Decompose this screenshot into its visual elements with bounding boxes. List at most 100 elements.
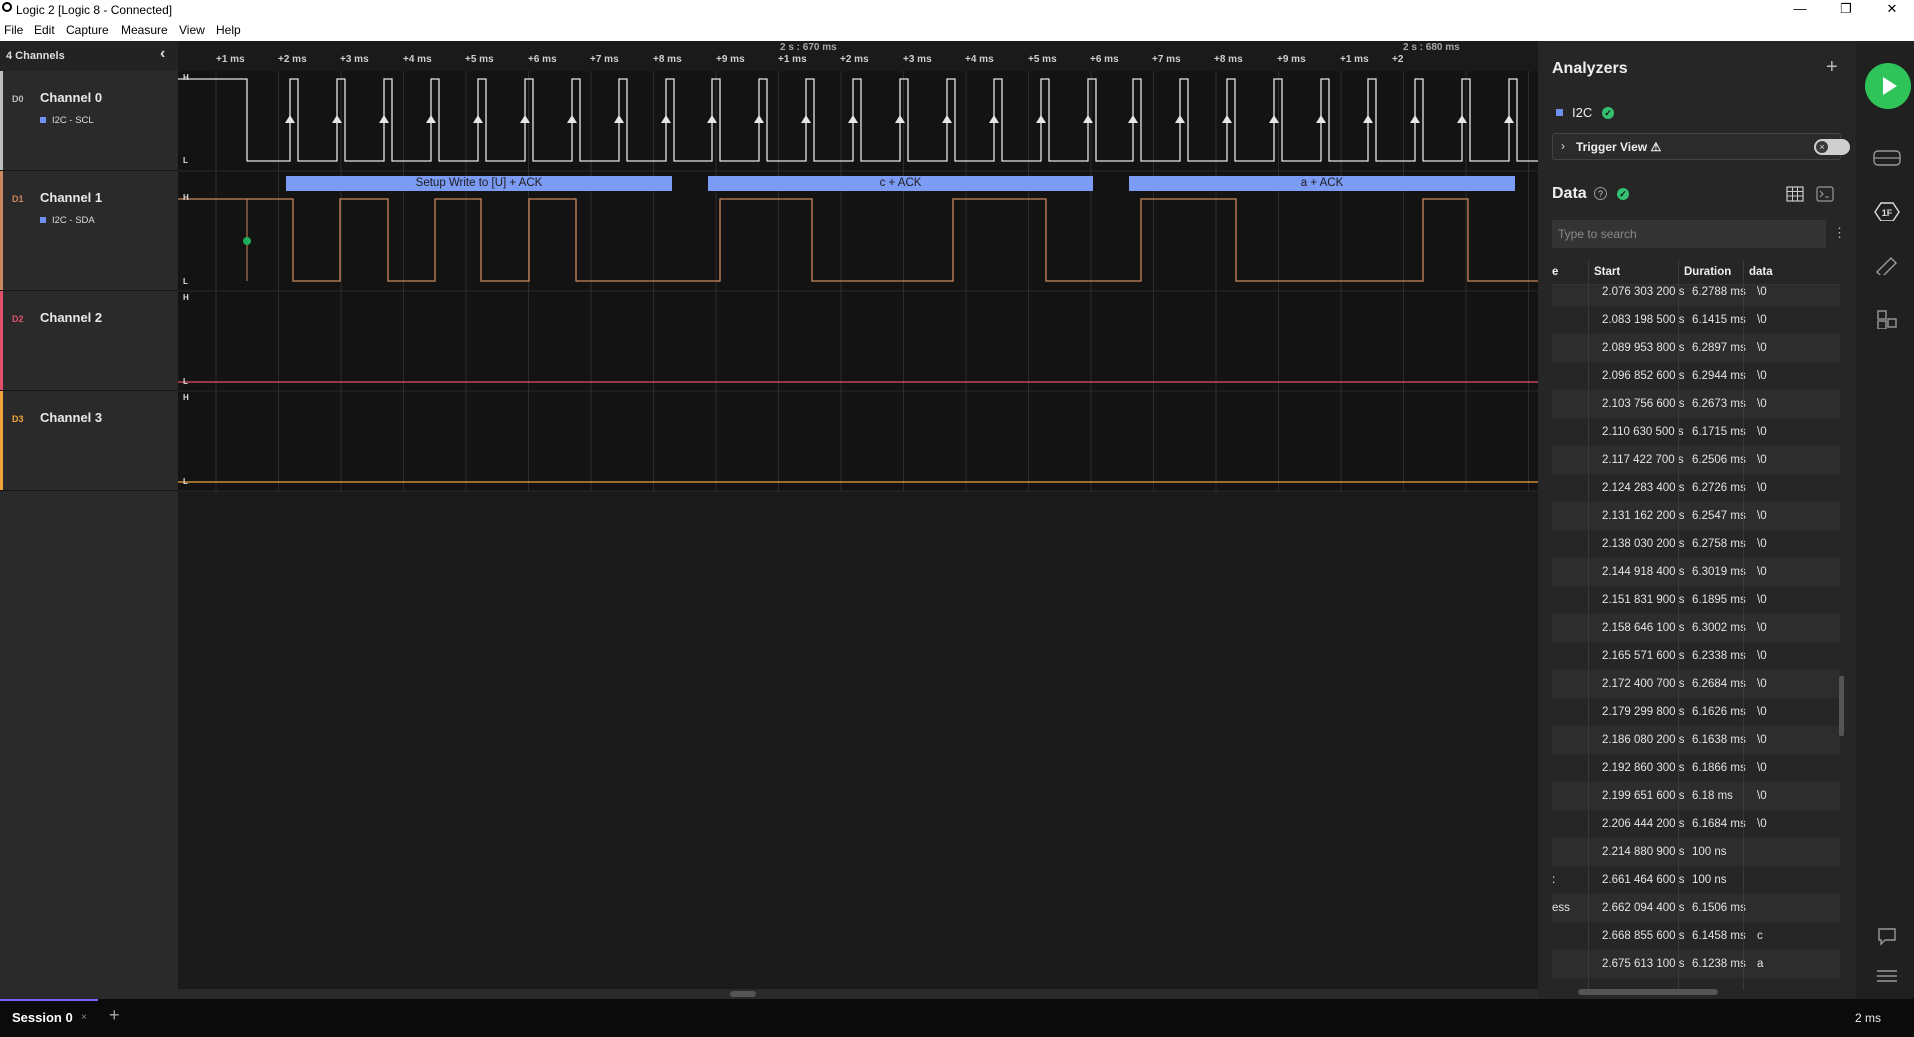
cell-duration: 100 ns [1692, 846, 1727, 858]
table-row[interactable]: 2.172 400 700 s 6.2684 ms \0 [1552, 670, 1840, 698]
table-row[interactable]: 2.186 080 200 s 6.1638 ms \0 [1552, 726, 1840, 754]
start-capture-button[interactable] [1865, 63, 1911, 109]
table-row[interactable]: 2.131 162 200 s 6.2547 ms \0 [1552, 502, 1840, 530]
channel-row-3[interactable]: D3 Channel 3 [0, 391, 178, 491]
channel-name[interactable]: Channel 1 [40, 190, 102, 205]
table-row[interactable]: 2.179 299 800 s 6.1626 ms \0 [1552, 698, 1840, 726]
timeline-tick-label: +3 ms [340, 54, 369, 65]
data-table[interactable]: 2.076 303 200 s 6.2788 ms \0 2.083 198 500 … [1552, 260, 1840, 990]
data-search-input[interactable] [1552, 220, 1826, 248]
cell-data: \0 [1757, 370, 1767, 382]
channel-name[interactable]: Channel 3 [40, 410, 102, 425]
menu-hamburger-icon[interactable] [1873, 966, 1901, 986]
table-row[interactable]: 2.214 880 900 s 100 ns [1552, 838, 1840, 866]
column-header-start[interactable]: Start [1594, 266, 1620, 278]
scrollbar-thumb[interactable] [730, 991, 756, 997]
analyzer-name[interactable]: I2C [1572, 105, 1592, 120]
restore-button[interactable]: ❐ [1824, 0, 1868, 20]
channel-name[interactable]: Channel 0 [40, 90, 102, 105]
table-row[interactable]: 2.117 422 700 s 6.2506 ms \0 [1552, 446, 1840, 474]
help-icon[interactable]: ? [1594, 187, 1607, 200]
menu-view[interactable]: View [179, 23, 205, 37]
table-row[interactable]: 2.144 918 400 s 6.3019 ms \0 [1552, 558, 1840, 586]
menu-help[interactable]: Help [216, 23, 241, 37]
table-row[interactable]: 2.158 646 100 s 6.3002 ms \0 [1552, 614, 1840, 642]
annotation-setup-write[interactable]: Setup Write to [U] + ACK [286, 176, 672, 191]
channel-row-0[interactable]: D0 Channel 0 I2C - SCL [0, 71, 178, 171]
cell-duration: 6.1715 ms [1692, 426, 1746, 438]
table-row[interactable]: : 2.661 464 600 s 100 ns [1552, 866, 1840, 894]
annotation-a-ack[interactable]: a + ACK [1129, 176, 1515, 191]
minimize-button[interactable]: — [1778, 0, 1822, 20]
table-row[interactable]: 2.206 444 200 s 6.1684 ms \0 [1552, 810, 1840, 838]
table-row[interactable]: 2.103 756 600 s 6.2673 ms \0 [1552, 390, 1840, 418]
channel-row-2[interactable]: D2 Channel 2 [0, 291, 178, 391]
table-row[interactable]: 2.089 953 800 s 6.2897 ms \0 [1552, 334, 1840, 362]
cell-duration: 6.2547 ms [1692, 510, 1746, 522]
timeline-tick-label: +1 ms [778, 54, 807, 65]
trigger-view-row[interactable]: › Trigger View ⚠ × [1552, 133, 1850, 160]
cell-start: 2.110 630 500 s [1602, 426, 1684, 438]
close-window-button[interactable]: ✕ [1870, 0, 1914, 20]
level-high-label: H [183, 393, 189, 402]
menu-edit[interactable]: Edit [34, 23, 55, 37]
cell-duration: 6.1415 ms [1692, 314, 1746, 326]
svg-text:1F: 1F [1882, 208, 1893, 218]
cell-start: 2.076 303 200 s [1602, 286, 1685, 298]
channels-count: 4 Channels [6, 50, 65, 62]
menu-measure[interactable]: Measure [121, 23, 168, 37]
waveform-view[interactable]: 2 s : 670 ms 2 s : 680 ms +1 ms +2 ms +3 m… [178, 41, 1538, 999]
channel-code: D0 [12, 94, 24, 104]
cell-data: \0 [1757, 454, 1767, 466]
table-row[interactable]: 2.192 860 300 s 6.1866 ms \0 [1552, 754, 1840, 782]
table-vertical-scrollbar[interactable] [1839, 676, 1844, 736]
table-row[interactable]: 2.124 283 400 s 6.2726 ms \0 [1552, 474, 1840, 502]
cell-start: 2.172 400 700 s [1602, 678, 1685, 690]
cell-duration: 6.2726 ms [1692, 482, 1746, 494]
device-settings-icon[interactable] [1873, 148, 1901, 168]
menu-file[interactable]: File [4, 23, 23, 37]
channel-row-1[interactable]: D1 Channel 1 I2C - SDA [0, 171, 178, 291]
channel-color-bar [0, 171, 3, 290]
table-row[interactable]: 2.675 613 100 s 6.1238 ms a [1552, 950, 1840, 978]
table-row[interactable]: 2.138 030 200 s 6.2758 ms \0 [1552, 530, 1840, 558]
menu-capture[interactable]: Capture [66, 23, 109, 37]
table-row[interactable]: 2.096 852 600 s 6.2944 ms \0 [1552, 362, 1840, 390]
table-row[interactable]: 2.110 630 500 s 6.1715 ms \0 [1552, 418, 1840, 446]
table-row[interactable]: ess 2.662 094 400 s 6.1506 ms [1552, 894, 1840, 922]
cell-duration: 100 ns [1692, 874, 1727, 886]
more-options-icon[interactable]: ⋮ [1833, 225, 1846, 241]
close-session-icon[interactable]: × [81, 1012, 87, 1023]
time-scale-label: 2 ms [1855, 1011, 1882, 1025]
analyzer-color-icon [40, 217, 46, 223]
chevron-right-icon[interactable]: › [1561, 139, 1565, 153]
analyzers-icon[interactable]: 1F [1873, 201, 1901, 221]
extensions-icon[interactable] [1873, 309, 1901, 329]
analyzer-color-icon [40, 117, 46, 123]
table-row[interactable]: 2.199 651 600 s 6.18 ms \0 [1552, 782, 1840, 810]
table-row[interactable]: 2.151 831 900 s 6.1895 ms \0 [1552, 586, 1840, 614]
add-analyzer-button[interactable]: + [1826, 56, 1838, 79]
horizontal-scrollbar[interactable] [178, 989, 1538, 999]
column-header-duration[interactable]: Duration [1684, 266, 1731, 278]
terminal-view-icon[interactable] [1816, 186, 1834, 202]
cell-start: 2.675 613 100 s [1602, 958, 1685, 970]
session-tab[interactable]: Session 0 × [0, 999, 98, 1037]
table-row[interactable]: 2.083 198 500 s 6.1415 ms \0 [1552, 306, 1840, 334]
table-row[interactable]: 2.668 855 600 s 6.1458 ms c [1552, 922, 1840, 950]
feedback-chat-icon[interactable] [1873, 926, 1901, 946]
channel-name[interactable]: Channel 2 [40, 310, 102, 325]
collapse-panel-icon[interactable]: ‹ [160, 45, 165, 63]
measure-ruler-icon[interactable] [1873, 255, 1901, 275]
table-view-icon[interactable] [1786, 186, 1804, 202]
annotation-c-ack[interactable]: c + ACK [708, 176, 1093, 191]
column-header-data[interactable]: data [1749, 266, 1773, 278]
cell-start: 2.117 422 700 s [1602, 454, 1684, 466]
add-session-button[interactable]: + [109, 1005, 120, 1026]
trigger-view-toggle[interactable]: × [1814, 139, 1850, 155]
column-header-type[interactable]: e [1552, 266, 1558, 278]
cell-data: a [1757, 958, 1764, 970]
table-row[interactable]: 2.165 571 600 s 6.2338 ms \0 [1552, 642, 1840, 670]
table-horizontal-scrollbar[interactable] [1578, 989, 1718, 995]
timeline-tick-label: +6 ms [1090, 54, 1119, 65]
